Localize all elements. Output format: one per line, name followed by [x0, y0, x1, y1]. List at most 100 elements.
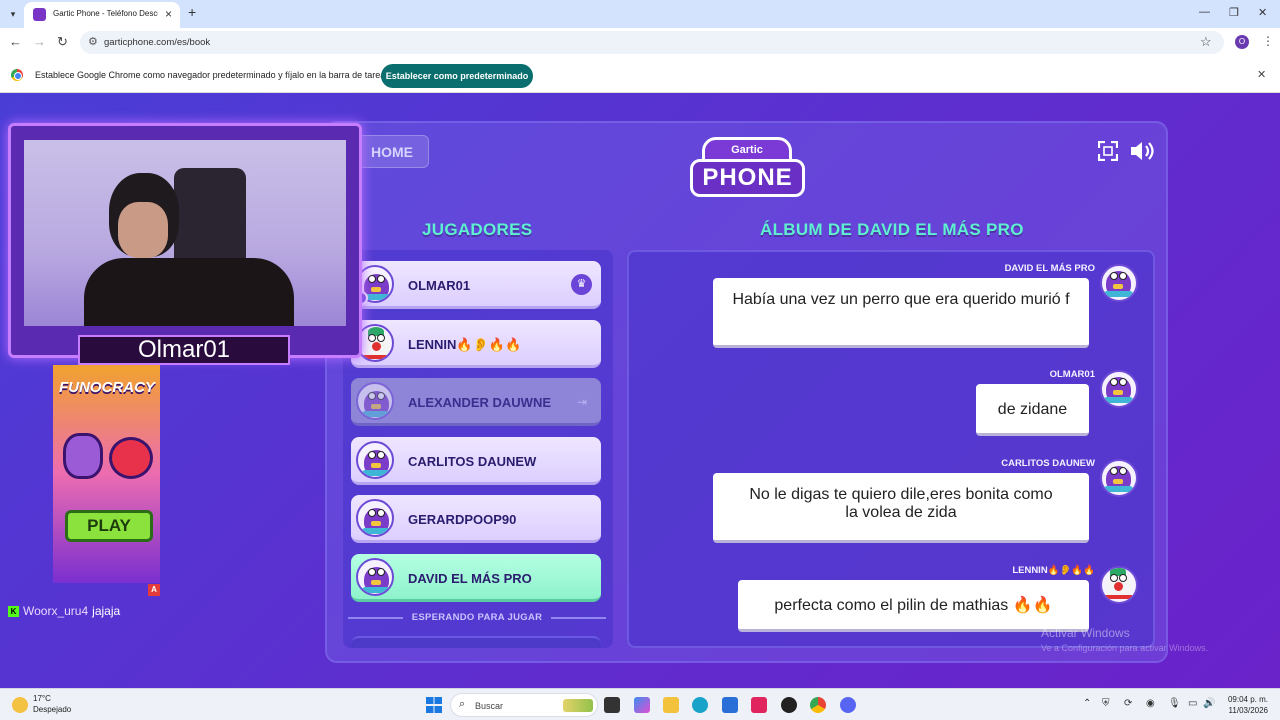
restore-icon[interactable]: ❐: [1229, 6, 1239, 19]
windows-activation-title: Activar Windows: [1041, 626, 1130, 640]
windows-activation-subtitle: Ve a Configuración para activar Windows.: [1041, 643, 1209, 653]
bookmark-star-icon[interactable]: ☆: [1200, 34, 1212, 50]
waiting-label: ESPERANDO PARA JUGAR: [348, 612, 606, 623]
players-title: JUGADORES: [422, 220, 533, 239]
message-avatar: [1100, 370, 1138, 408]
window-close-icon[interactable]: ✕: [1258, 6, 1267, 19]
browser-toolbar: ← → ↻ ⚙ garticphone.com/es/book ☆: [0, 28, 1280, 57]
obs-icon[interactable]: [781, 697, 797, 713]
gartic-favicon-icon: [33, 8, 46, 21]
chat-message: K Woorx_uru4 jajaja: [8, 604, 120, 618]
message-avatar: [1100, 566, 1138, 604]
player-card[interactable]: ALEXANDER DAUWNE ⇥: [351, 378, 601, 426]
message-author: LENNIN🔥👂🔥🔥: [1012, 565, 1095, 576]
album-panel: DAVID EL MÁS PRO Había una vez un perro …: [627, 250, 1155, 648]
player-avatar: [356, 558, 394, 596]
search-placeholder: Buscar: [475, 701, 504, 711]
chrome-icon[interactable]: [810, 697, 826, 713]
show-hidden-icons[interactable]: ⌃: [1083, 698, 1091, 709]
new-tab-icon[interactable]: +: [188, 4, 196, 20]
player-avatar: [356, 499, 394, 537]
ad-play-button[interactable]: PLAY: [65, 510, 153, 542]
logo-main-text: PHONE: [690, 159, 805, 197]
ad-badge: A: [148, 584, 160, 596]
store-icon[interactable]: [722, 697, 738, 713]
taskbar-search[interactable]: ⌕ Buscar: [450, 693, 598, 717]
default-browser-infobar: Establece Google Chrome como navegador p…: [0, 57, 1280, 93]
infobar-close-icon[interactable]: ✕: [1257, 68, 1266, 81]
player-name: GERARDPOOP90: [408, 512, 517, 527]
message-author: OLMAR01: [1049, 369, 1095, 380]
player-name: OLMAR01: [408, 278, 471, 293]
discord-icon[interactable]: [840, 697, 856, 713]
search-icon: ⌕: [459, 698, 466, 710]
player-name: ALEXANDER DAUWNE: [408, 395, 551, 410]
tab-title: Gartic Phone - Teléfono Descompuesto: [53, 9, 158, 18]
copilot-icon[interactable]: [634, 697, 650, 713]
player-avatar: [356, 382, 394, 420]
site-info-icon[interactable]: ⚙: [88, 35, 98, 48]
message-bubble: Había una vez un perro que era querido m…: [713, 278, 1089, 348]
tab-search-icon[interactable]: ▾: [5, 6, 21, 22]
address-bar[interactable]: ⚙ garticphone.com/es/book ☆: [80, 31, 1224, 54]
browser-tab-strip: ▾ Gartic Phone - Teléfono Descompuesto ×…: [0, 0, 1280, 28]
fullscreen-icon[interactable]: [1098, 141, 1118, 161]
clock-date[interactable]: 11/03/2026: [1226, 706, 1268, 715]
disconnected-icon: ⇥: [576, 395, 588, 409]
windows-start-icon[interactable]: [426, 697, 442, 713]
file-explorer-icon[interactable]: [663, 697, 679, 713]
player-card[interactable]: LENNIN🔥👂🔥🔥: [351, 320, 601, 368]
clock-time[interactable]: 09:04 p. m.: [1226, 695, 1268, 704]
capcut-icon[interactable]: [751, 697, 767, 713]
message-author: CARLITOS DAUNEW: [1001, 458, 1095, 469]
message-author: DAVID EL MÁS PRO: [1004, 263, 1095, 274]
forward-icon[interactable]: →: [33, 34, 46, 49]
ad-logo: FUNOCRACY: [59, 379, 155, 396]
weather-description[interactable]: Despejado: [33, 705, 71, 714]
app-tray-icon[interactable]: ◉: [1146, 698, 1155, 709]
streamer-name: Olmar01: [78, 335, 290, 365]
player-name: DAVID EL MÁS PRO: [408, 571, 532, 586]
player-card[interactable]: CARLITOS DAUNEW: [351, 437, 601, 485]
home-button[interactable]: HOME: [355, 135, 429, 168]
moon-weather-icon[interactable]: [12, 697, 28, 713]
players-panel: OLMAR01 ♛ LENNIN🔥👂🔥🔥 ALEXANDER DAUWNE ⇥ …: [343, 250, 613, 648]
chat-text: jajaja: [92, 604, 121, 618]
ad-character-icon: [63, 433, 103, 479]
player-card[interactable]: GERARDPOOP90: [351, 495, 601, 543]
message-avatar: [1100, 459, 1138, 497]
player-card-active[interactable]: DAVID EL MÁS PRO: [351, 554, 601, 602]
profile-avatar[interactable]: O: [1235, 35, 1249, 49]
task-view-icon[interactable]: [604, 697, 620, 713]
reload-icon[interactable]: ↻: [57, 34, 68, 50]
windows-taskbar: 17°C Despejado ⌕ Buscar ⌃ ⛨ ⟳ ◉ 🎙 ▭ 🔊 09…: [0, 688, 1280, 720]
ad-character-icon: [109, 437, 153, 479]
sync-tray-icon[interactable]: ⟳: [1124, 698, 1132, 709]
network-icon[interactable]: ▭: [1188, 698, 1197, 709]
ad-banner[interactable]: FUNOCRACY PLAY: [53, 365, 160, 583]
chrome-logo-icon: [11, 69, 23, 81]
volume-icon[interactable]: [1129, 140, 1155, 162]
browser-tab[interactable]: Gartic Phone - Teléfono Descompuesto ×: [24, 2, 180, 28]
player-card[interactable]: OLMAR01 ♛: [351, 261, 601, 309]
album-title: ÁLBUM DE DAVID EL MÁS PRO: [760, 220, 1024, 239]
security-tray-icon[interactable]: ⛨: [1102, 698, 1110, 709]
edge-icon[interactable]: [692, 697, 708, 713]
message-bubble: de zidane: [976, 384, 1089, 436]
game-canvas: HOME Gartic PHONE JUGADORES ÁLBUM DE DAV…: [0, 93, 1280, 688]
weather-temperature[interactable]: 17°C: [33, 694, 51, 703]
url-text[interactable]: garticphone.com/es/book: [104, 37, 210, 48]
tab-close-icon[interactable]: ×: [165, 7, 172, 21]
microphone-icon[interactable]: 🎙: [1168, 698, 1181, 709]
waiting-player-card: [351, 636, 601, 648]
gartic-phone-logo: Gartic PHONE: [690, 135, 805, 205]
player-name: LENNIN🔥👂🔥🔥: [408, 337, 522, 352]
chrome-menu-icon[interactable]: ⋮: [1262, 34, 1274, 48]
speaker-icon[interactable]: 🔊: [1203, 698, 1215, 709]
message-bubble: No le digas te quiero dile,eres bonita c…: [713, 473, 1089, 543]
minimize-icon[interactable]: —: [1199, 6, 1210, 18]
back-icon[interactable]: ←: [9, 34, 22, 49]
player-avatar: [356, 441, 394, 479]
set-default-button[interactable]: Establecer como predeterminado: [381, 64, 533, 88]
chat-username: Woorx_uru4: [23, 604, 89, 618]
